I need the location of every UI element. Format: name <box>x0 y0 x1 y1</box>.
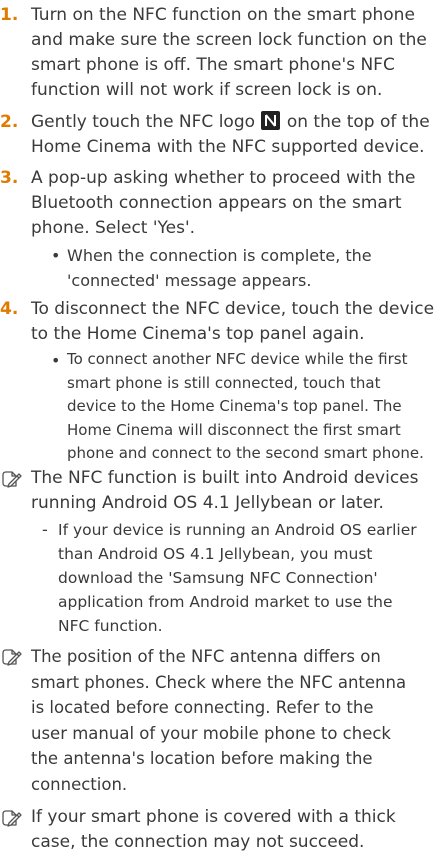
step-line: To disconnect the NFC device, touch the … <box>31 299 435 319</box>
step-text: Turn on the NFC function on the smart ph… <box>31 3 444 103</box>
dash-line: than Android OS 4.1 Jellybean, you must <box>58 545 373 563</box>
bullet-marker: • <box>51 351 61 370</box>
note-line: case, the connection may not succeed. <box>31 832 365 852</box>
dash-line: application from Android market to use t… <box>58 593 393 611</box>
bullet-line: To connect another NFC device while the … <box>67 350 408 368</box>
dash-marker: - <box>42 520 48 539</box>
step-line: function will not work if screen lock is… <box>31 80 383 100</box>
note-line: The NFC function is built into Android d… <box>31 468 419 488</box>
step-line: and make sure the screen lock function o… <box>31 30 427 50</box>
step-line: Turn on the NFC function on the smart ph… <box>31 5 415 25</box>
step-number: 4. <box>0 299 19 319</box>
step-line: to the Home Cinema's top panel again. <box>31 324 365 344</box>
step-line: smart phone is off. The smart phone's NF… <box>31 55 395 75</box>
step-line: phone. Select 'Yes'. <box>31 218 196 238</box>
note-line: running Android OS 4.1 Jellybean or late… <box>31 493 384 513</box>
note-text: The NFC function is built into Android d… <box>31 466 444 516</box>
note-line: connection. <box>31 774 128 794</box>
note-line: is located before connecting. Refer to t… <box>31 698 374 717</box>
dash-line: download the 'Samsung NFC Connection' <box>58 569 378 587</box>
note-line: smart phones. Check where the NFC antenn… <box>31 672 407 692</box>
step-line: Gently touch the NFC logo on the top of … <box>31 110 444 135</box>
bullet-line: 'connected' message appears. <box>67 271 312 290</box>
step-text: Gently touch the NFC logo on the top of … <box>31 110 444 160</box>
step-line-part: Gently touch the NFC logo <box>31 112 256 132</box>
step-number: 1. <box>0 5 19 25</box>
note-text: If your smart phone is covered with a th… <box>31 805 444 855</box>
step-line-part: on the top of the <box>286 112 430 132</box>
step-number: 3. <box>0 168 19 188</box>
bullet-text: When the connection is complete, the 'co… <box>67 243 445 293</box>
dash-text: If your device is running an Android OS … <box>58 518 446 638</box>
step-number: 2. <box>0 112 19 132</box>
step-line: A pop-up asking whether to proceed with … <box>31 168 416 188</box>
bullet-text: To connect another NFC device while the … <box>67 348 445 466</box>
bullet-line: smart phone is still connected, touch th… <box>67 373 381 392</box>
step-text: To disconnect the NFC device, touch the … <box>31 297 444 347</box>
step-line: Bluetooth connection appears on the smar… <box>31 193 402 213</box>
pencil-note-icon <box>0 807 22 829</box>
bullet-line: Home Cinema will disconnect the first sm… <box>67 420 401 439</box>
pencil-note-icon <box>0 468 22 490</box>
nfc-logo-icon <box>261 111 281 130</box>
nfc-instructions-page: 1. Turn on the NFC function on the smart… <box>0 0 448 861</box>
dash-line: If your device is running an Android OS … <box>58 521 417 539</box>
note-line: If your smart phone is covered with a th… <box>31 807 396 827</box>
note-text: The position of the NFC antenna differs … <box>31 644 444 797</box>
bullet-line: device to the Home Cinema's top panel. T… <box>67 397 402 415</box>
note-line: the antenna's location before making the <box>31 749 373 768</box>
bullet-line: phone and connect to the second smart ph… <box>67 444 424 462</box>
note-line: The position of the NFC antenna differs … <box>31 647 381 666</box>
dash-line: NFC function. <box>58 617 163 635</box>
bullet-line: When the connection is complete, the <box>67 246 372 265</box>
pencil-note-icon <box>0 646 22 668</box>
step-line: Home Cinema with the NFC supported devic… <box>31 137 425 157</box>
step-text: A pop-up asking whether to proceed with … <box>31 166 444 241</box>
bullet-marker: • <box>51 246 61 265</box>
note-line: user manual of your mobile phone to chec… <box>31 723 391 743</box>
